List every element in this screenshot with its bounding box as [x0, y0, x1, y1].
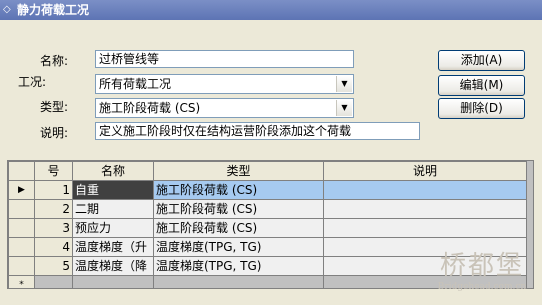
- load-case-label: 工况:: [18, 75, 47, 89]
- new-row-name-cell[interactable]: [72, 275, 154, 288]
- column-header-description[interactable]: 说明: [323, 161, 527, 181]
- type-cell[interactable]: 施工阶段荷载 (CS): [153, 180, 324, 200]
- watermark-logo: 桥都堡: [439, 251, 524, 281]
- load-case-select[interactable]: 所有荷载工况 ▼: [95, 74, 354, 94]
- description-label: 说明:: [40, 126, 69, 140]
- description-cell[interactable]: [323, 218, 527, 238]
- watermark: 桥都堡 Bridgehead.com.cn: [427, 251, 537, 301]
- row-number: 4: [34, 237, 73, 257]
- new-row-type-cell[interactable]: [153, 275, 324, 288]
- column-header-name[interactable]: 名称: [72, 161, 154, 181]
- type-cell[interactable]: 温度梯度(TPG, TG): [153, 256, 324, 276]
- current-row-icon[interactable]: ▶: [8, 180, 35, 200]
- table-header-row: 号 名称 类型 说明: [8, 161, 527, 181]
- row-indicator[interactable]: [8, 256, 35, 276]
- name-cell[interactable]: 自重: [72, 180, 154, 200]
- name-cell[interactable]: 预应力: [72, 218, 154, 238]
- type-cell[interactable]: 施工阶段荷载 (CS): [153, 218, 324, 238]
- row-indicator[interactable]: [8, 218, 35, 238]
- chevron-down-icon[interactable]: ▼: [336, 76, 352, 92]
- row-number: 3: [34, 218, 73, 238]
- row-indicator[interactable]: [8, 237, 35, 257]
- table-row[interactable]: 2 二期 施工阶段荷载 (CS): [8, 199, 527, 219]
- name-label: 名称:: [40, 54, 69, 68]
- type-value: 施工阶段荷载 (CS): [99, 101, 201, 115]
- row-number: 1: [34, 180, 73, 200]
- add-button[interactable]: 添加(A): [438, 50, 525, 71]
- row-number: 5: [34, 256, 73, 276]
- name-field[interactable]: 过桥管线等: [95, 50, 354, 68]
- load-case-value: 所有荷载工况: [99, 77, 172, 91]
- description-field[interactable]: 定义施工阶段时仅在结构运营阶段添加这个荷载: [95, 122, 420, 140]
- edit-button[interactable]: 编辑(M): [438, 75, 525, 96]
- double-chevron-icon[interactable]: ◇: [3, 0, 11, 20]
- new-row-number[interactable]: [34, 275, 73, 288]
- chevron-down-icon[interactable]: ▼: [336, 100, 352, 116]
- column-header-type[interactable]: 类型: [153, 161, 324, 181]
- window-title: 静力荷载工况: [17, 3, 90, 17]
- delete-button[interactable]: 删除(D): [438, 98, 525, 119]
- name-cell[interactable]: 二期: [72, 199, 154, 219]
- column-header-number[interactable]: 号: [34, 161, 73, 181]
- type-select[interactable]: 施工阶段荷载 (CS) ▼: [95, 98, 354, 118]
- type-cell[interactable]: 施工阶段荷载 (CS): [153, 199, 324, 219]
- title-bar: ◇ 静力荷载工况: [0, 0, 542, 20]
- table-row[interactable]: ▶ 1 自重 施工阶段荷载 (CS): [8, 180, 527, 200]
- name-cell[interactable]: 温度梯度（降: [72, 256, 154, 276]
- header-corner: [8, 161, 35, 181]
- description-cell[interactable]: [323, 199, 527, 219]
- watermark-url: Bridgehead.com.cn: [437, 282, 527, 292]
- table-row[interactable]: 3 预应力 施工阶段荷载 (CS): [8, 218, 527, 238]
- name-cell[interactable]: 温度梯度（升: [72, 237, 154, 257]
- row-number: 2: [34, 199, 73, 219]
- row-indicator[interactable]: [8, 199, 35, 219]
- description-cell[interactable]: [323, 180, 527, 200]
- new-row-asterisk-icon[interactable]: *: [8, 275, 35, 288]
- type-cell[interactable]: 温度梯度(TPG, TG): [153, 237, 324, 257]
- type-label: 类型:: [40, 100, 69, 114]
